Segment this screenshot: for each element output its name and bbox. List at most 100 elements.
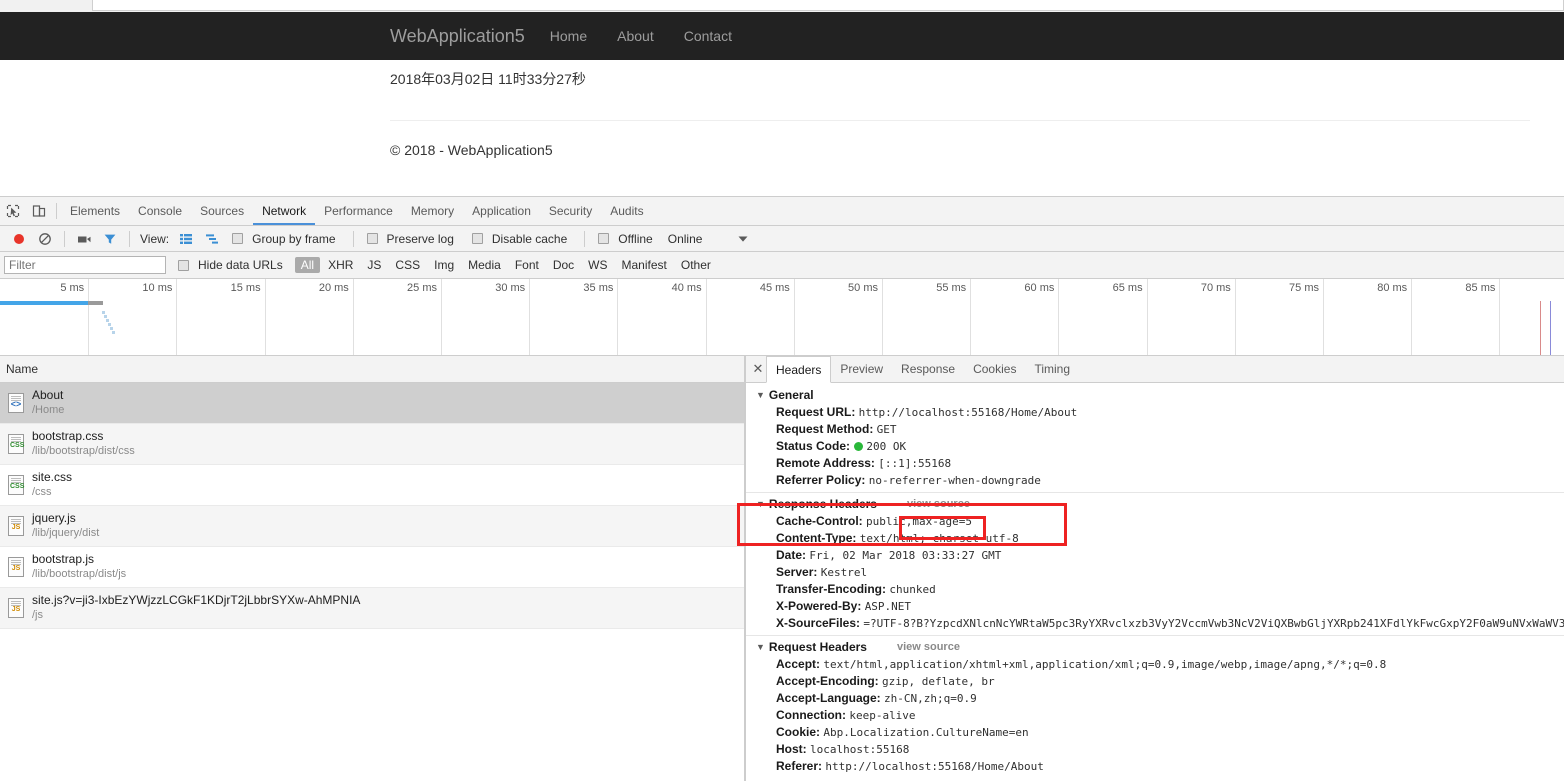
content-divider	[390, 120, 1530, 121]
network-main-area: Name <>About/HomeCSSbootstrap.css/lib/bo…	[0, 356, 1564, 781]
timeline-tick-label: 70 ms	[1201, 282, 1235, 294]
waterfall-view-icon[interactable]	[199, 226, 225, 252]
timeline-gridline	[353, 279, 354, 355]
browser-address-bar[interactable]	[92, 0, 1564, 11]
filter-type-ws[interactable]: WS	[582, 257, 613, 273]
triangle-down-icon: ▼	[756, 387, 765, 404]
view-source-link[interactable]: view source	[907, 496, 970, 513]
view-source-link[interactable]: view source	[897, 639, 960, 656]
header-line: Status Code: 200 OK	[756, 438, 1564, 455]
header-line: X-Powered-By: ASP.NET	[756, 598, 1564, 615]
detail-tab-timing[interactable]: Timing	[1025, 356, 1079, 382]
list-view-icon[interactable]	[173, 226, 199, 252]
table-row[interactable]: JSjquery.js/lib/jquery/dist	[0, 506, 745, 547]
filter-type-css[interactable]: CSS	[389, 257, 426, 273]
filter-type-doc[interactable]: Doc	[547, 257, 580, 273]
close-icon[interactable]: ✕	[750, 361, 766, 377]
camera-icon[interactable]	[71, 226, 97, 252]
filter-type-other[interactable]: Other	[675, 257, 717, 273]
tab-memory[interactable]: Memory	[402, 198, 463, 225]
filter-type-all[interactable]: All	[295, 257, 320, 273]
network-overview-timeline[interactable]: 5 ms10 ms15 ms20 ms25 ms30 ms35 ms40 ms4…	[0, 279, 1564, 356]
timeline-gridline	[176, 279, 177, 355]
header-key: Cookie:	[776, 725, 823, 739]
detail-tab-preview[interactable]: Preview	[831, 356, 892, 382]
toggle-device-toolbar-icon[interactable]	[26, 198, 52, 224]
header-line: Remote Address: [::1]:55168	[756, 455, 1564, 472]
headers-section-title[interactable]: ▼Response Headersview source	[756, 496, 1564, 513]
timeline-tick-label: 45 ms	[760, 282, 794, 294]
detail-tab-response[interactable]: Response	[892, 356, 964, 382]
filter-type-media[interactable]: Media	[462, 257, 507, 273]
nav-link-home[interactable]: Home	[535, 12, 602, 60]
request-name: bootstrap.js	[32, 552, 126, 567]
headers-section-title[interactable]: ▼Request Headersview source	[756, 639, 1564, 656]
offline-checkbox[interactable]: Offline	[598, 232, 656, 246]
tab-security[interactable]: Security	[540, 198, 601, 225]
chevron-down-icon[interactable]	[730, 226, 756, 252]
request-column-header[interactable]: Name	[0, 356, 745, 383]
tab-network[interactable]: Network	[253, 198, 315, 225]
checkbox-box	[367, 233, 378, 244]
timeline-tick-label: 85 ms	[1465, 282, 1499, 294]
tab-elements[interactable]: Elements	[61, 198, 129, 225]
tab-performance[interactable]: Performance	[315, 198, 402, 225]
doc-file-icon: <>	[8, 393, 24, 413]
throttling-value[interactable]: Online	[668, 232, 703, 246]
toolbar-divider-3	[353, 231, 354, 247]
timeline-gridline	[1499, 279, 1500, 355]
header-value: http://localhost:55168/Home/About	[859, 406, 1078, 419]
table-row[interactable]: JSsite.js?v=ji3-IxbEzYWjzzLCGkF1KDjrT2jL…	[0, 588, 745, 629]
header-value: Abp.Localization.CultureName=en	[823, 726, 1028, 739]
header-key: Referrer Policy:	[776, 473, 869, 487]
inspect-element-icon[interactable]	[0, 198, 26, 224]
disable-cache-checkbox[interactable]: Disable cache	[472, 232, 571, 246]
group-by-frame-checkbox[interactable]: Group by frame	[232, 232, 339, 246]
filter-type-js[interactable]: JS	[361, 257, 387, 273]
preserve-log-checkbox[interactable]: Preserve log	[367, 232, 458, 246]
tab-application[interactable]: Application	[463, 198, 540, 225]
header-key: Connection:	[776, 708, 849, 722]
js-file-icon: JS	[8, 598, 24, 618]
detail-tab-cookies[interactable]: Cookies	[964, 356, 1025, 382]
hide-data-urls-checkbox[interactable]: Hide data URLs	[178, 258, 287, 272]
site-brand[interactable]: WebApplication5	[380, 12, 535, 60]
detail-tab-headers[interactable]: Headers	[766, 356, 831, 383]
timeline-tick-label: 65 ms	[1113, 282, 1147, 294]
web-page-viewport: WebApplication5 Home About Contact 2018年…	[0, 12, 1564, 194]
table-row[interactable]: JSbootstrap.js/lib/bootstrap/dist/js	[0, 547, 745, 588]
header-value: Kestrel	[821, 566, 867, 579]
timeline-gridline	[617, 279, 618, 355]
tab-audits[interactable]: Audits	[601, 198, 652, 225]
header-value: Fri, 02 Mar 2018 03:33:27 GMT	[809, 549, 1001, 562]
timeline-tick-label: 75 ms	[1289, 282, 1323, 294]
table-row[interactable]: <>About/Home	[0, 383, 745, 424]
timeline-gridline	[794, 279, 795, 355]
record-circle-icon[interactable]	[6, 226, 32, 252]
tab-console[interactable]: Console	[129, 198, 191, 225]
filter-input[interactable]	[4, 256, 166, 274]
request-list-pane: Name <>About/HomeCSSbootstrap.css/lib/bo…	[0, 356, 745, 781]
timeline-gridline	[441, 279, 442, 355]
section-label: Response Headers	[769, 496, 877, 513]
triangle-down-icon: ▼	[756, 639, 765, 656]
clear-prohibited-icon[interactable]	[32, 226, 58, 252]
filter-type-xhr[interactable]: XHR	[322, 257, 359, 273]
header-key: Accept-Language:	[776, 691, 884, 705]
header-line: Content-Type: text/html; charset=utf-8	[756, 530, 1564, 547]
nav-link-about[interactable]: About	[602, 12, 669, 60]
table-row[interactable]: CSSbootstrap.css/lib/bootstrap/dist/css	[0, 424, 745, 465]
table-row[interactable]: CSSsite.css/css	[0, 465, 745, 506]
header-value: [::1]:55168	[878, 457, 951, 470]
header-key: Request Method:	[776, 422, 877, 436]
header-line: Cache-Control: public,max-age=5	[756, 513, 1564, 530]
tab-sources[interactable]: Sources	[191, 198, 253, 225]
filter-type-img[interactable]: Img	[428, 257, 460, 273]
headers-section-title[interactable]: ▼General	[756, 387, 1564, 404]
filter-type-manifest[interactable]: Manifest	[616, 257, 673, 273]
nav-link-contact[interactable]: Contact	[669, 12, 747, 60]
header-value: gzip, deflate, br	[882, 675, 995, 688]
funnel-icon[interactable]	[97, 226, 123, 252]
header-value: 200 OK	[866, 440, 906, 453]
filter-type-font[interactable]: Font	[509, 257, 545, 273]
